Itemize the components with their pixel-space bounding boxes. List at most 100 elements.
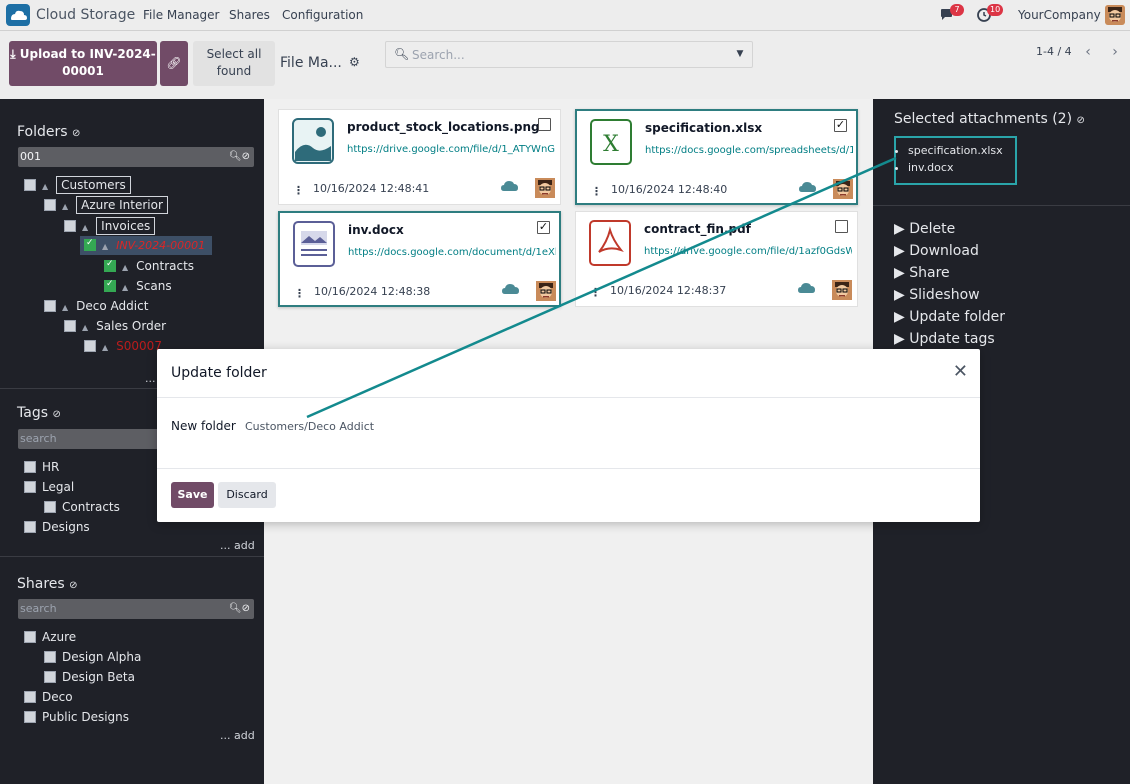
close-icon[interactable]: ✕ — [953, 361, 968, 382]
upload-button[interactable]: ⤓ Upload to INV-2024-00001 — [9, 41, 157, 86]
action-download[interactable]: ▶ Download — [894, 243, 979, 259]
more-options-icon[interactable]: ⋮ — [591, 185, 602, 198]
folders-more-link[interactable]: ... — [145, 372, 156, 385]
file-name[interactable]: specification.xlsx — [645, 121, 762, 135]
file-select-checkbox[interactable] — [835, 220, 848, 233]
clear-icon[interactable]: ⊘ — [52, 409, 60, 420]
menu-file-manager[interactable]: File Manager — [143, 8, 220, 22]
pager-next-button[interactable]: › — [1104, 41, 1126, 63]
menu-configuration[interactable]: Configuration — [282, 8, 363, 22]
action-update-folder[interactable]: ▶ Update folder — [894, 309, 1005, 325]
file-select-checkbox-checked[interactable]: ✓ — [537, 221, 550, 234]
checkbox[interactable] — [84, 238, 96, 251]
checkbox[interactable] — [44, 300, 56, 312]
checkbox[interactable] — [104, 259, 116, 272]
menu-shares[interactable]: Shares — [229, 8, 270, 22]
new-folder-field[interactable]: Customers/Deco Addict — [245, 420, 374, 433]
search-clear-icon[interactable]: 🔍︎⊘ — [229, 147, 250, 167]
file-url-link[interactable]: https://docs.google.com/spreadsheets/d/1… — [645, 145, 853, 156]
file-select-checkbox[interactable] — [538, 118, 551, 131]
owner-avatar-icon[interactable] — [833, 179, 853, 199]
file-name[interactable]: product_stock_locations.png — [347, 120, 540, 134]
more-options-icon[interactable]: ⋮ — [294, 287, 305, 300]
checkbox[interactable] — [44, 501, 56, 513]
file-name[interactable]: inv.docx — [348, 223, 404, 237]
folder-item-deco-addict[interactable]: ▲ Deco Addict — [44, 299, 148, 313]
tags-add-link[interactable]: ... add — [220, 539, 255, 552]
search-bar[interactable]: 🔍︎ Search... ▼ — [385, 41, 753, 68]
checkbox[interactable] — [24, 711, 36, 723]
folder-item-contracts[interactable]: ▲ Contracts — [104, 259, 194, 273]
action-update-tags[interactable]: ▶ Update tags — [894, 331, 995, 347]
folder-item-scans[interactable]: ▲ Scans — [104, 279, 172, 293]
share-item-design-beta[interactable]: Design Beta — [44, 670, 135, 684]
folder-search-input[interactable]: 001 🔍︎⊘ — [18, 147, 254, 167]
clear-icon[interactable]: ⊘ — [72, 128, 80, 139]
company-switcher[interactable]: YourCompany — [1018, 8, 1101, 22]
folder-item-sales-order[interactable]: ▲ Sales Order — [64, 319, 166, 333]
action-label: Download — [909, 243, 979, 259]
pager-value[interactable]: 1-4 / 4 — [1036, 45, 1072, 58]
folder-item-azure-interior[interactable]: ▲ Azure Interior — [44, 196, 168, 214]
folder-item-invoices[interactable]: ▲ Invoices — [64, 217, 156, 235]
checkbox[interactable] — [24, 631, 36, 643]
user-avatar[interactable] — [1105, 5, 1125, 25]
shares-search-input[interactable]: search 🔍︎⊘ — [18, 599, 254, 619]
more-options-icon[interactable]: ⋮ — [590, 286, 601, 299]
share-item-azure[interactable]: Azure — [24, 630, 76, 644]
tag-item-designs[interactable]: Designs — [24, 520, 90, 534]
file-card[interactable]: product_stock_locations.png https://driv… — [278, 109, 561, 205]
link-button[interactable]: 🔗︎ — [160, 41, 188, 86]
file-url-link[interactable]: https://drive.google.com/file/d/1_ATYWnG… — [347, 144, 555, 155]
tag-item-hr[interactable]: HR — [24, 460, 59, 474]
action-slideshow[interactable]: ▶ Slideshow — [894, 287, 980, 303]
checkbox[interactable] — [24, 179, 36, 191]
file-url-link[interactable]: https://drive.google.com/file/d/1azf0Gds… — [644, 246, 852, 257]
shares-add-link[interactable]: ... add — [220, 729, 255, 742]
action-share[interactable]: ▶ Share — [894, 265, 950, 281]
cloud-storage-logo-icon[interactable] — [6, 4, 30, 26]
checkbox[interactable] — [24, 521, 36, 533]
search-input[interactable]: Search... — [412, 48, 712, 62]
folder-item-inv-2024-00001[interactable]: ▲ INV-2024-00001 — [80, 236, 212, 255]
share-item-deco[interactable]: Deco — [24, 690, 73, 704]
share-item-design-alpha[interactable]: Design Alpha — [44, 650, 141, 664]
owner-avatar-icon[interactable] — [535, 178, 555, 198]
clear-icon[interactable]: ⊘ — [69, 580, 77, 591]
save-button[interactable]: Save — [171, 482, 214, 508]
pager-previous-button[interactable]: ‹ — [1077, 41, 1099, 63]
file-card[interactable]: contract_fin.pdf https://drive.google.co… — [575, 211, 858, 307]
tags-search-input[interactable]: search — [18, 429, 168, 449]
select-all-button[interactable]: Select all found — [193, 41, 275, 86]
checkbox[interactable] — [24, 461, 36, 473]
file-select-checkbox-checked[interactable]: ✓ — [834, 119, 847, 132]
file-card-selected[interactable]: X specification.xlsx https://docs.google… — [575, 109, 858, 205]
checkbox[interactable] — [24, 481, 36, 493]
checkbox[interactable] — [44, 671, 56, 683]
owner-avatar-icon[interactable] — [832, 280, 852, 300]
file-url-link[interactable]: https://docs.google.com/document/d/1eXkq — [348, 247, 556, 258]
folder-item-s00007[interactable]: ▲ S00007 — [84, 339, 162, 353]
gear-icon[interactable]: ⚙ — [349, 55, 360, 69]
checkbox[interactable] — [64, 320, 76, 332]
clear-selection-icon[interactable]: ⊘ — [1077, 115, 1085, 126]
file-name[interactable]: contract_fin.pdf — [644, 222, 751, 236]
more-options-icon[interactable]: ⋮ — [293, 184, 304, 197]
search-clear-icon[interactable]: 🔍︎⊘ — [229, 599, 250, 619]
checkbox[interactable] — [64, 220, 76, 232]
owner-avatar-icon[interactable] — [536, 281, 556, 301]
tag-item-contracts[interactable]: Contracts — [44, 500, 120, 514]
checkbox[interactable] — [24, 691, 36, 703]
app-name[interactable]: Cloud Storage — [36, 7, 135, 23]
discard-button[interactable]: Discard — [218, 482, 276, 508]
file-card-selected[interactable]: inv.docx https://docs.google.com/documen… — [278, 211, 561, 307]
folder-item-customers[interactable]: ▲ Customers — [24, 176, 131, 194]
search-dropdown-toggle[interactable]: ▼ — [728, 42, 752, 67]
tag-item-legal[interactable]: Legal — [24, 480, 74, 494]
action-delete[interactable]: ▶ Delete — [894, 221, 955, 237]
checkbox[interactable] — [44, 199, 56, 211]
checkbox[interactable] — [44, 651, 56, 663]
checkbox[interactable] — [84, 340, 96, 352]
share-item-public-designs[interactable]: Public Designs — [24, 710, 129, 724]
checkbox[interactable] — [104, 279, 116, 292]
